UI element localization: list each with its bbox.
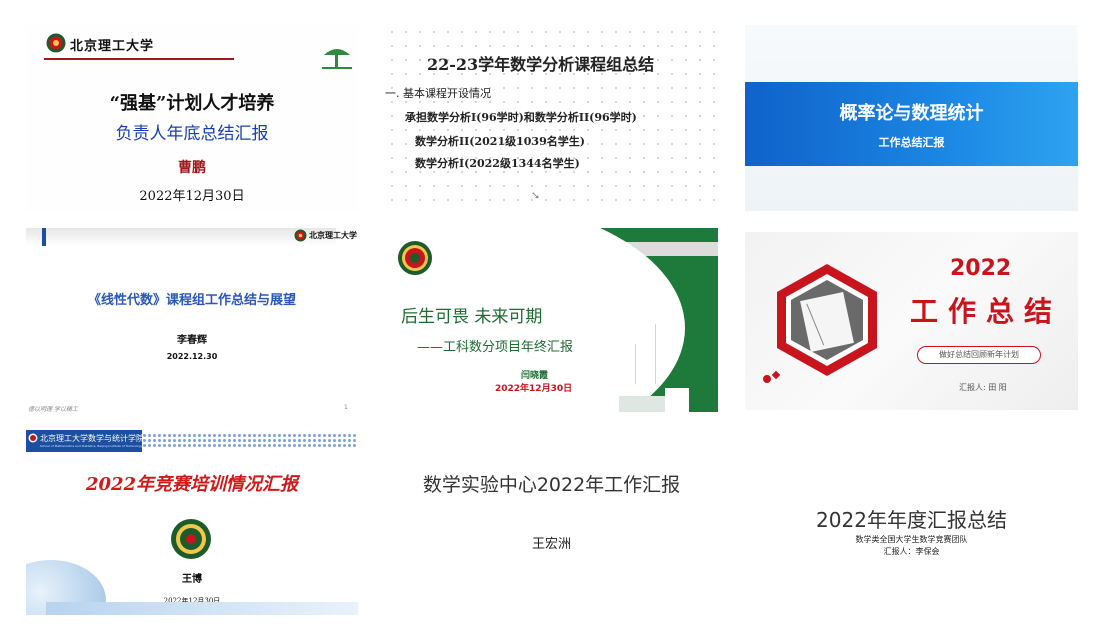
presenter-name: 李春辉: [177, 335, 207, 346]
bit-logo-icon: [46, 33, 66, 53]
reporter: 汇报人: 田 阳: [959, 383, 1007, 392]
slide-title: 2022年竞赛培训情况汇报: [85, 474, 299, 495]
slide-title: 数学实验中心2022年工作汇报: [422, 474, 681, 496]
slide-thumbnail-5[interactable]: 后生可畏 未来可期 ——工科数分项目年终汇报 闫晓霞 2022年12月30日: [385, 228, 718, 412]
slide-title: 工作总结: [910, 295, 1063, 328]
content-line: 数学分析II(2021级1039名学生): [415, 135, 585, 148]
presenter-name: 王宏洲: [531, 537, 571, 552]
bit-logo-icon: [171, 519, 211, 559]
presenter-name: 曹鹏: [178, 160, 206, 176]
chart-deco: [655, 324, 656, 384]
date: 2022年12月30日: [495, 384, 573, 394]
slide-thumbnail-2[interactable]: 22-23学年数学分析课程组总结 一. 基本课程开设情况 承担数学分析I(96学…: [385, 25, 715, 211]
dot-deco: [763, 375, 771, 383]
slide-thumbnail-4[interactable]: 北京理工大学 《线性代数》课程组工作总结与展望 李春辉 2022.12.30 德…: [26, 228, 358, 412]
header-divider: [44, 58, 234, 60]
slide-title: 22-23学年数学分析课程组总结: [427, 55, 655, 74]
slide-title: 后生可畏 未来可期: [401, 307, 543, 327]
slide-thumbnail-3[interactable]: 概率论与数理统计 工作总结汇报: [745, 25, 1078, 211]
bit-tree-emblem-icon: [322, 49, 352, 69]
slide-thumbnail-1[interactable]: 北京理工大学 “强基”计划人才培养 负责人年底总结汇报 曹鹏 2022年12月3…: [26, 25, 358, 211]
page-number: 1: [344, 404, 348, 411]
cursor-arrow-icon: ➘: [531, 189, 541, 202]
slide-title: “强基”计划人才培养: [109, 93, 275, 114]
school-header: 北京理工大学数学与统计学院: [40, 434, 144, 443]
team-name: 数学类全国大学生数学竞赛团队: [855, 535, 968, 544]
school-header-en: School of Mathematics and Statistics, Be…: [40, 444, 143, 448]
chart-deco: [635, 344, 636, 384]
header-accent: [42, 228, 46, 246]
notebook-hexagon-icon: [777, 264, 877, 376]
presenter-name: 闫晓霞: [521, 371, 549, 381]
dot-pattern: [142, 433, 358, 447]
bit-logo-icon: [294, 229, 307, 242]
slide-title: 《线性代数》课程组工作总结与展望: [87, 293, 296, 308]
slide-thumbnail-9[interactable]: 2022年年度汇报总结 数学类全国大学生数学竞赛团队 汇报人：李保会: [745, 430, 1078, 615]
section-heading: 一. 基本课程开设情况: [385, 87, 491, 100]
school-name: 北京理工大学: [309, 230, 357, 240]
content-line: 数学分析I(2022级1344名学生): [415, 157, 580, 170]
bit-logo-icon: [398, 241, 432, 275]
slide-title: 概率论与数理统计: [839, 103, 984, 124]
slide-subtitle: 做好总结回顾新年计划: [939, 350, 1019, 359]
reporter: 汇报人：李保会: [883, 547, 940, 556]
wave-deco: [46, 602, 358, 615]
slide-thumbnail-8[interactable]: 数学实验中心2022年工作汇报 王宏洲: [385, 430, 718, 615]
content-line: 承担数学分析I(96学时)和数学分析II(96学时): [405, 111, 637, 124]
bit-logo-icon: [28, 433, 38, 443]
slide-subtitle: 工作总结汇报: [878, 136, 945, 149]
year: 2022: [950, 256, 1012, 281]
slide-title: 2022年年度汇报总结: [816, 508, 1007, 532]
date: 2022.12.30: [166, 352, 218, 361]
block-deco: [665, 388, 689, 412]
school-motto: 德以明理 学以精工: [28, 406, 78, 412]
school-name: 北京理工大学: [70, 39, 155, 54]
date: 2022年12月30日: [139, 189, 245, 204]
header-strip: [26, 228, 336, 246]
slide-subtitle: 负责人年底总结汇报: [115, 124, 269, 144]
slide-thumbnail-6[interactable]: 2022 工作总结 做好总结回顾新年计划 汇报人: 田 阳: [745, 232, 1078, 410]
slide-thumbnail-7[interactable]: 北京理工大学数学与统计学院 School of Mathematics and …: [26, 430, 358, 615]
slide-subtitle: ——工科数分项目年终汇报: [417, 340, 574, 355]
